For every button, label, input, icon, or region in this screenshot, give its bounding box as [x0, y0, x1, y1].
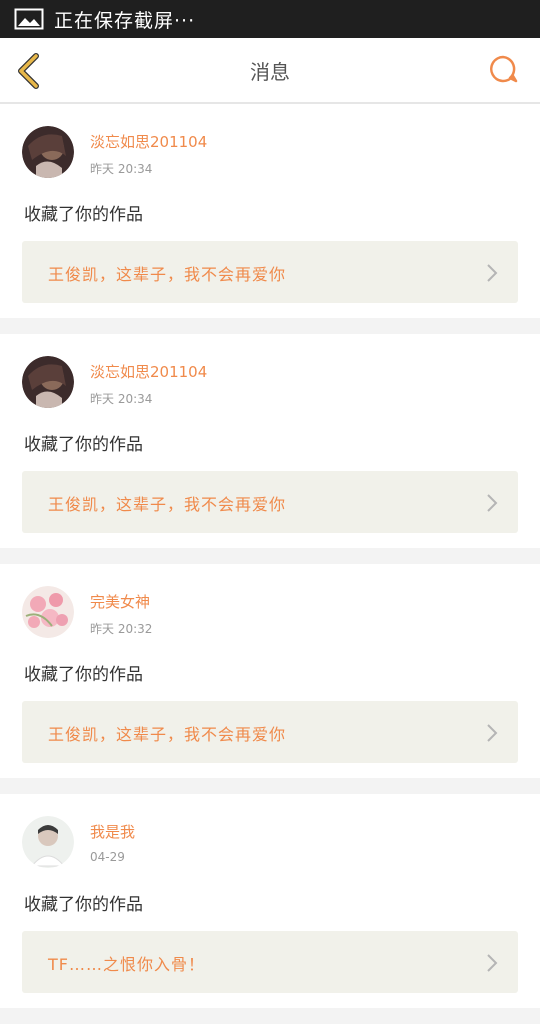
- timestamp: 昨天 20:34: [90, 162, 153, 176]
- work-link[interactable]: TF……之恨你入骨！: [22, 931, 518, 993]
- chat-bubble-icon[interactable]: [488, 54, 518, 84]
- action-text: 收藏了你的作品: [24, 205, 143, 225]
- action-text: 收藏了你的作品: [24, 895, 143, 915]
- top-bar: 消息: [0, 38, 540, 104]
- chevron-right-icon: [487, 724, 498, 742]
- avatar[interactable]: [22, 816, 74, 868]
- chevron-right-icon: [487, 264, 498, 282]
- work-link[interactable]: 王俊凯，这辈子，我不会再爱你: [22, 701, 518, 763]
- avatar[interactable]: [22, 126, 74, 178]
- user-name[interactable]: 淡忘如思201104: [90, 361, 207, 382]
- action-text: 收藏了你的作品: [24, 435, 143, 455]
- message-card: 完美女神 昨天 20:32 收藏了你的作品 王俊凯，这辈子，我不会再爱你: [0, 564, 540, 778]
- work-title: 王俊凯，这辈子，我不会再爱你: [48, 725, 287, 744]
- avatar[interactable]: [22, 586, 74, 638]
- timestamp: 昨天 20:32: [90, 622, 153, 636]
- timestamp: 昨天 20:34: [90, 392, 153, 406]
- chevron-right-icon: [487, 494, 498, 512]
- page-title: 消息: [250, 60, 290, 84]
- message-card: 淡忘如思201104 昨天 20:34 收藏了你的作品 王俊凯，这辈子，我不会再…: [0, 104, 540, 318]
- timestamp: 04-29: [90, 850, 125, 864]
- status-bar: 正在保存截屏···: [0, 0, 540, 38]
- avatar[interactable]: [22, 356, 74, 408]
- message-list: 淡忘如思201104 昨天 20:34 收藏了你的作品 王俊凯，这辈子，我不会再…: [0, 104, 540, 1024]
- action-text: 收藏了你的作品: [24, 665, 143, 685]
- work-title: 王俊凯，这辈子，我不会再爱你: [48, 495, 287, 514]
- work-link[interactable]: 王俊凯，这辈子，我不会再爱你: [22, 471, 518, 533]
- user-name[interactable]: 完美女神: [90, 591, 150, 612]
- user-name[interactable]: 淡忘如思201104: [90, 131, 207, 152]
- message-card: 淡忘如思201104 昨天 20:34 收藏了你的作品 王俊凯，这辈子，我不会再…: [0, 334, 540, 548]
- message-card: 我是我 04-29 收藏了你的作品 TF……之恨你入骨！: [0, 794, 540, 1008]
- work-title: TF……之恨你入骨！: [48, 955, 205, 974]
- user-name[interactable]: 我是我: [90, 821, 135, 842]
- work-title: 王俊凯，这辈子，我不会再爱你: [48, 265, 287, 284]
- image-icon: [14, 8, 44, 30]
- work-link[interactable]: 王俊凯，这辈子，我不会再爱你: [22, 241, 518, 303]
- chevron-right-icon: [487, 954, 498, 972]
- status-text: 正在保存截屏···: [54, 9, 196, 32]
